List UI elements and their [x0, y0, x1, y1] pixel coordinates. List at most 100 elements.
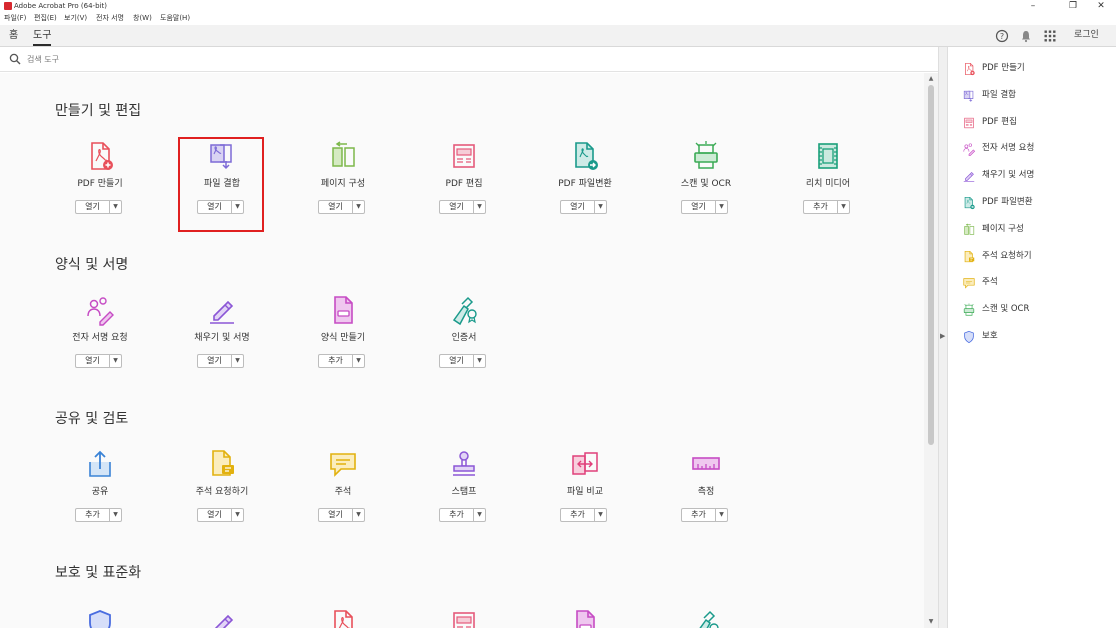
tool-action-label[interactable]: 추가: [319, 355, 352, 367]
tool-icon-partial[interactable]: [569, 608, 601, 628]
tool-card[interactable]: 스캔 및 OCR 열기 ▼: [656, 140, 756, 218]
right-panel-item[interactable]: 주석: [962, 273, 1112, 291]
tool-icon-partial[interactable]: [448, 608, 480, 628]
tool-icon-wrap[interactable]: [206, 294, 238, 326]
tool-icon-partial[interactable]: [206, 608, 238, 628]
tool-icon-wrap[interactable]: [569, 448, 601, 480]
tool-action-button[interactable]: 열기 ▼: [197, 354, 244, 368]
tool-card[interactable]: 파일 비교추가 ▼: [535, 448, 635, 526]
menu-file[interactable]: 파일(F): [4, 13, 26, 24]
tool-card[interactable]: 측정 추가 ▼: [656, 448, 756, 526]
tool-icon-wrap[interactable]: [84, 140, 116, 172]
chevron-down-icon[interactable]: ▼: [352, 201, 364, 213]
tool-action-button[interactable]: 열기 ▼: [75, 200, 122, 214]
tool-card[interactable]: 전자 서명 요청 열기 ▼: [50, 294, 150, 372]
tool-action-label[interactable]: 열기: [440, 201, 473, 213]
tool-icon-wrap[interactable]: [84, 294, 116, 326]
restore-icon[interactable]: ❐: [1058, 0, 1088, 12]
tool-action-button[interactable]: 추가 ▼: [318, 354, 365, 368]
close-icon[interactable]: ✕: [1086, 0, 1116, 12]
tool-label[interactable]: 공유: [50, 486, 150, 498]
tool-label[interactable]: 주석: [293, 486, 393, 498]
tool-card[interactable]: 페이지 구성 열기 ▼: [293, 140, 393, 218]
tool-action-button[interactable]: 추가 ▼: [75, 508, 122, 522]
tool-action-label[interactable]: 추가: [682, 509, 715, 521]
menu-edit[interactable]: 편집(E): [34, 13, 57, 24]
tool-card[interactable]: PDF 파일변환 열기 ▼: [535, 140, 635, 218]
tool-action-label[interactable]: 열기: [682, 201, 715, 213]
tool-label[interactable]: 파일 비교: [535, 486, 635, 498]
tool-card[interactable]: 주석 열기 ▼: [293, 448, 393, 526]
tool-action-label[interactable]: 추가: [440, 509, 473, 521]
tool-card[interactable]: 주석 요청하기열기 ▼: [172, 448, 272, 526]
right-panel-item[interactable]: PDF 편집: [962, 113, 1112, 131]
panel-divider[interactable]: ▶: [938, 47, 948, 628]
tool-action-label[interactable]: 열기: [561, 201, 594, 213]
right-panel-item[interactable]: 페이지 구성: [962, 220, 1112, 238]
tool-label[interactable]: 인증서: [414, 332, 514, 344]
collapse-panel-icon[interactable]: ▶: [940, 332, 945, 340]
menu-window[interactable]: 창(W): [133, 13, 152, 24]
tool-icon-wrap[interactable]: [448, 448, 480, 480]
right-panel-item[interactable]: 보호: [962, 327, 1112, 345]
tool-label[interactable]: 주석 요청하기: [172, 486, 272, 498]
right-panel-item[interactable]: 파일 결합: [962, 86, 1112, 104]
tool-label[interactable]: 스캔 및 OCR: [656, 178, 756, 190]
chevron-down-icon[interactable]: ▼: [109, 201, 121, 213]
right-panel-item[interactable]: 스캔 및 OCR: [962, 300, 1112, 318]
tool-action-button[interactable]: 추가 ▼: [560, 508, 607, 522]
tool-action-label[interactable]: 추가: [561, 509, 594, 521]
chevron-down-icon[interactable]: ▼: [715, 201, 727, 213]
tool-card[interactable]: 채우기 및 서명 열기 ▼: [172, 294, 272, 372]
tool-action-label[interactable]: 열기: [76, 355, 109, 367]
tool-icon-wrap[interactable]: [569, 140, 601, 172]
tool-action-button[interactable]: 열기 ▼: [318, 200, 365, 214]
tab-home[interactable]: 홈: [9, 29, 18, 42]
tool-icon-wrap[interactable]: [448, 294, 480, 326]
tool-action-label[interactable]: 추가: [76, 509, 109, 521]
scroll-thumb[interactable]: [928, 85, 934, 445]
chevron-down-icon[interactable]: ▼: [473, 509, 485, 521]
chevron-down-icon[interactable]: ▼: [352, 355, 364, 367]
scroll-up-icon[interactable]: ▲: [926, 75, 936, 83]
tool-icon-wrap[interactable]: [327, 140, 359, 172]
tool-label[interactable]: PDF 만들기: [50, 178, 150, 190]
tool-card[interactable]: 공유추가 ▼: [50, 448, 150, 526]
tool-action-label[interactable]: 열기: [440, 355, 473, 367]
tool-action-label[interactable]: 열기: [198, 355, 231, 367]
chevron-down-icon[interactable]: ▼: [594, 201, 606, 213]
right-panel-item[interactable]: 전자 서명 요청: [962, 139, 1112, 157]
tool-icon-wrap[interactable]: [448, 140, 480, 172]
tool-action-button[interactable]: 열기 ▼: [75, 354, 122, 368]
chevron-down-icon[interactable]: ▼: [473, 355, 485, 367]
tool-icon-partial[interactable]: [327, 608, 359, 628]
tool-action-button[interactable]: 열기 ▼: [197, 508, 244, 522]
right-panel-item[interactable]: 주석 요청하기: [962, 247, 1112, 265]
tool-label[interactable]: 리치 미디어: [778, 178, 878, 190]
tool-icon-wrap[interactable]: [327, 294, 359, 326]
tool-card[interactable]: 양식 만들기추가 ▼: [293, 294, 393, 372]
tool-action-label[interactable]: 열기: [319, 201, 352, 213]
chevron-down-icon[interactable]: ▼: [352, 509, 364, 521]
tool-action-button[interactable]: 열기 ▼: [560, 200, 607, 214]
main-scrollbar[interactable]: ▲ ▼: [924, 73, 938, 628]
tool-action-button[interactable]: 추가 ▼: [439, 508, 486, 522]
right-panel-item[interactable]: 채우기 및 서명: [962, 166, 1112, 184]
tool-action-button[interactable]: 추가 ▼: [803, 200, 850, 214]
tool-label[interactable]: PDF 편집: [414, 178, 514, 190]
tool-card[interactable]: 리치 미디어추가 ▼: [778, 140, 878, 218]
tool-icon-wrap[interactable]: [327, 448, 359, 480]
apps-grid-icon[interactable]: [1043, 29, 1057, 43]
tool-action-label[interactable]: 추가: [804, 201, 837, 213]
chevron-down-icon[interactable]: ▼: [715, 509, 727, 521]
tab-tools[interactable]: 도구: [33, 29, 52, 46]
tool-label[interactable]: 양식 만들기: [293, 332, 393, 344]
tool-action-button[interactable]: 열기 ▼: [681, 200, 728, 214]
tool-action-button[interactable]: 추가 ▼: [681, 508, 728, 522]
tool-icon-wrap[interactable]: [206, 448, 238, 480]
tool-icon-wrap[interactable]: [690, 140, 722, 172]
menu-help[interactable]: 도움말(H): [160, 13, 190, 24]
tool-icon-partial[interactable]: [84, 608, 116, 628]
tool-action-label[interactable]: 열기: [198, 509, 231, 521]
tool-icon-wrap[interactable]: [690, 448, 722, 480]
